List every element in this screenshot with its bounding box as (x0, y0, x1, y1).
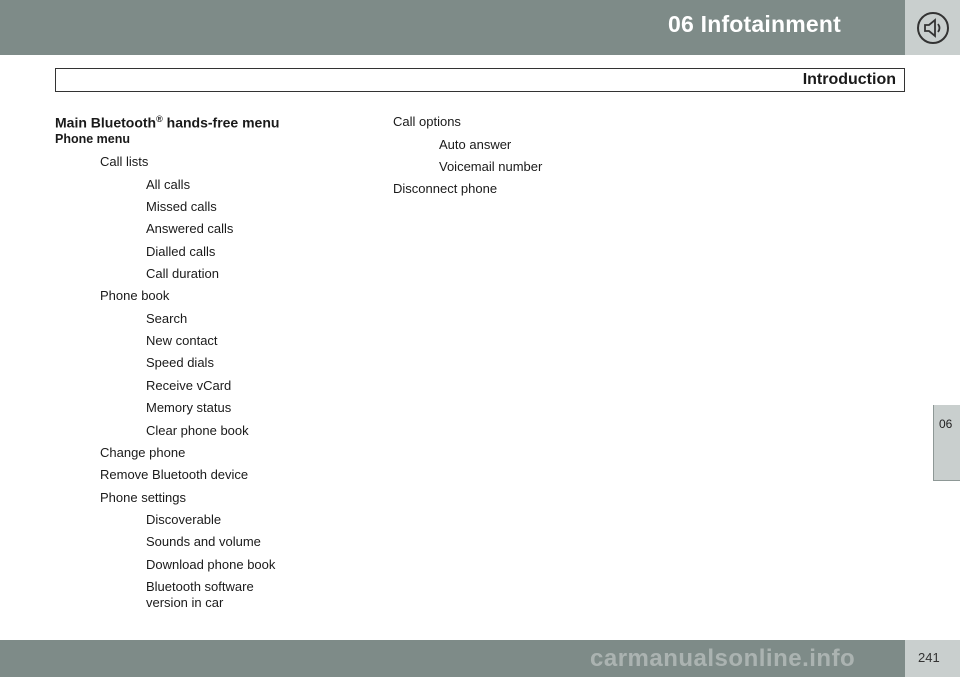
list-item: Dialled calls (146, 244, 216, 259)
list-item: Call options (393, 114, 461, 129)
list-item: Answered calls (146, 221, 234, 236)
list-item: Download phone book (146, 557, 276, 572)
list-item: All calls (146, 177, 191, 192)
page-number: 241 (918, 650, 940, 665)
list-item: Change phone (100, 445, 186, 460)
list-item: Disconnect phone (393, 181, 498, 196)
heading-text: Main Bluetooth (55, 114, 157, 131)
side-strip (933, 55, 960, 640)
list-item: Call lists (100, 154, 149, 169)
speaker-icon-box (905, 0, 960, 55)
chapter-side-tab: 06 (933, 405, 960, 481)
list-item: Phone settings (100, 490, 187, 505)
list-item: Search (146, 311, 188, 326)
list-item: Call duration (146, 266, 219, 281)
speaker-icon (917, 12, 949, 44)
list-item: Remove Bluetooth device (100, 467, 249, 482)
chapter-title: 06 Infotainment (668, 11, 841, 37)
list-item: Sounds and volume (146, 534, 261, 549)
list-item: Voicemail number (439, 159, 543, 174)
heading-text-rest: hands-free menu (162, 114, 280, 131)
list-item: version in car (146, 595, 224, 610)
list-item: Discoverable (146, 512, 222, 527)
list-item: Phone book (100, 288, 170, 303)
watermark: carmanualsonline.info (590, 645, 856, 672)
menu-subheading: Phone menu (55, 132, 131, 146)
list-item: Memory status (146, 400, 232, 415)
menu-heading: Main Bluetooth® hands-free menu (55, 114, 279, 131)
list-item: Auto answer (439, 137, 512, 152)
list-item: Receive vCard (146, 378, 232, 393)
registered-mark: ® (156, 114, 163, 124)
section-title: Introduction (802, 71, 896, 88)
side-tab-label: 06 (939, 417, 953, 431)
list-item: Missed calls (146, 199, 217, 214)
section-header: Introduction (55, 68, 905, 92)
list-item: Bluetooth software (146, 579, 254, 594)
chapter-header-bar: 06 Infotainment (0, 0, 905, 55)
list-item: New contact (146, 333, 218, 348)
list-item: Clear phone book (146, 423, 249, 438)
list-item: Speed dials (146, 355, 214, 370)
